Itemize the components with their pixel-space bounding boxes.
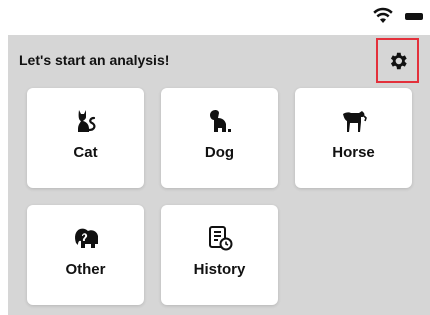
other-label: Other: [65, 261, 106, 278]
cat-icon: [77, 110, 95, 132]
history-icon: [208, 226, 232, 251]
dog-label: Dog: [204, 144, 235, 161]
horse-label: Horse: [332, 144, 375, 161]
status-bar: [0, 0, 430, 35]
elephant-icon: [74, 228, 98, 248]
settings-button[interactable]: [376, 38, 419, 83]
cat-label: Cat: [73, 144, 98, 161]
horse-tile[interactable]: Horse: [295, 88, 412, 188]
history-tile[interactable]: History: [161, 205, 278, 305]
other-tile[interactable]: Other: [27, 205, 144, 305]
history-label: History: [193, 261, 246, 278]
cat-tile[interactable]: Cat: [27, 88, 144, 188]
battery-icon: [405, 13, 423, 20]
dog-tile[interactable]: Dog: [161, 88, 278, 188]
wifi-icon: [373, 7, 393, 23]
horse-icon: [342, 111, 367, 132]
page-title: Let's start an analysis!: [19, 52, 170, 68]
gear-icon: [390, 52, 407, 69]
dog-icon: [209, 109, 231, 132]
